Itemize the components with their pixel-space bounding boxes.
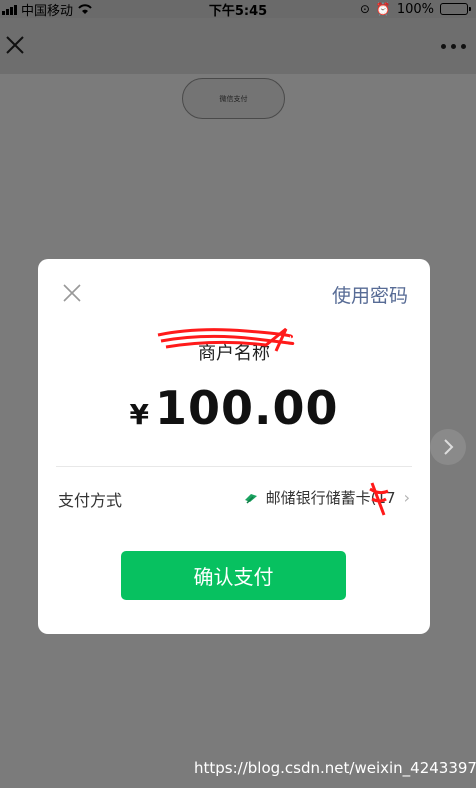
amount-row: ¥ 100.00 bbox=[38, 381, 430, 435]
nav-bar bbox=[0, 18, 476, 74]
dialog-close-icon[interactable] bbox=[63, 284, 81, 302]
battery-percent: 100% bbox=[396, 1, 434, 17]
battery-icon bbox=[440, 3, 471, 15]
wechat-pay-pill[interactable]: 微信支付 bbox=[182, 78, 285, 119]
chevron-right-icon: › bbox=[403, 488, 410, 507]
payment-dialog: 使用密码 商户名称 ¥ 100.00 支付方式 邮储银行储蓄卡(17 › 确认支… bbox=[38, 259, 430, 634]
merchant-redaction bbox=[157, 327, 295, 352]
status-right: ⊙ ⏰ 100% bbox=[359, 1, 471, 17]
postal-bank-icon bbox=[244, 491, 258, 505]
card-redaction bbox=[369, 482, 389, 516]
currency-symbol: ¥ bbox=[129, 398, 149, 431]
use-password-link[interactable]: 使用密码 bbox=[332, 281, 408, 308]
divider bbox=[56, 466, 412, 467]
rotation-lock-icon: ⊙ bbox=[359, 2, 370, 16]
status-bar: 中国移动 下午5:45 ⊙ ⏰ 100% bbox=[0, 0, 476, 19]
confirm-pay-button[interactable]: 确认支付 bbox=[121, 551, 346, 600]
alarm-icon: ⏰ bbox=[375, 2, 391, 16]
close-icon[interactable] bbox=[6, 36, 24, 54]
payment-method-label: 支付方式 bbox=[58, 491, 123, 510]
more-dots-icon[interactable] bbox=[441, 44, 466, 49]
watermark: https://blog.csdn.net/weixin_42433970 bbox=[194, 759, 476, 777]
payment-amount: 100.00 bbox=[154, 381, 339, 435]
payment-screen: 中国移动 下午5:45 ⊙ ⏰ 100% 微信支付 使用密码 商户名称 ¥ 10… bbox=[0, 0, 476, 788]
chevron-right-icon[interactable] bbox=[430, 429, 466, 465]
